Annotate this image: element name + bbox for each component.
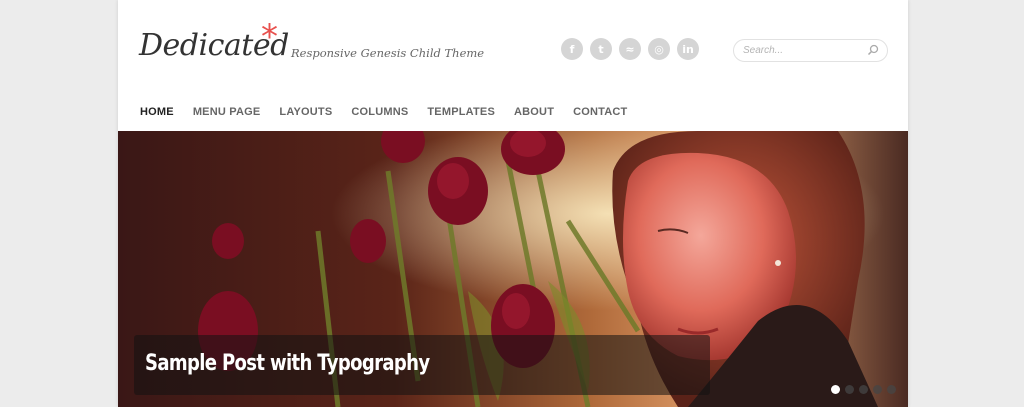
- nav-item-layouts[interactable]: LAYOUTS: [279, 106, 332, 118]
- slider-dot[interactable]: [873, 385, 882, 394]
- nav-item-home[interactable]: HOME: [140, 106, 174, 118]
- search-box: [733, 39, 888, 62]
- nav-item-contact[interactable]: CONTACT: [573, 106, 627, 118]
- site-tagline: Responsive Genesis Child Theme: [291, 46, 485, 60]
- nav-item-templates[interactable]: TEMPLATES: [427, 106, 495, 118]
- featured-slider[interactable]: Sample Post with Typography: [118, 131, 908, 407]
- slider-dot[interactable]: [831, 385, 840, 394]
- nav-item-columns[interactable]: COLUMNS: [351, 106, 408, 118]
- logo-asterisk-icon: *: [261, 17, 278, 57]
- rss-icon[interactable]: ≈: [619, 38, 641, 60]
- nav-item-menu-page[interactable]: MENU PAGE: [193, 106, 261, 118]
- slide-caption-title[interactable]: Sample Post with Typography: [145, 351, 430, 376]
- dribbble-icon[interactable]: ◎: [648, 38, 670, 60]
- slide-caption[interactable]: Sample Post with Typography: [134, 335, 710, 395]
- facebook-icon[interactable]: f: [561, 38, 583, 60]
- page-container: Dedicated * Responsive Genesis Child The…: [118, 0, 908, 407]
- main-nav: HOME MENU PAGE LAYOUTS COLUMNS TEMPLATES…: [140, 106, 627, 118]
- social-icons: f t ≈ ◎ in: [561, 38, 699, 60]
- linkedin-icon[interactable]: in: [677, 38, 699, 60]
- slider-dot[interactable]: [887, 385, 896, 394]
- search-icon[interactable]: [867, 44, 879, 56]
- twitter-icon[interactable]: t: [590, 38, 612, 60]
- nav-item-about[interactable]: ABOUT: [514, 106, 554, 118]
- slider-pagination: [831, 385, 896, 394]
- slider-dot[interactable]: [859, 385, 868, 394]
- slider-dot[interactable]: [845, 385, 854, 394]
- search-input[interactable]: [743, 45, 863, 56]
